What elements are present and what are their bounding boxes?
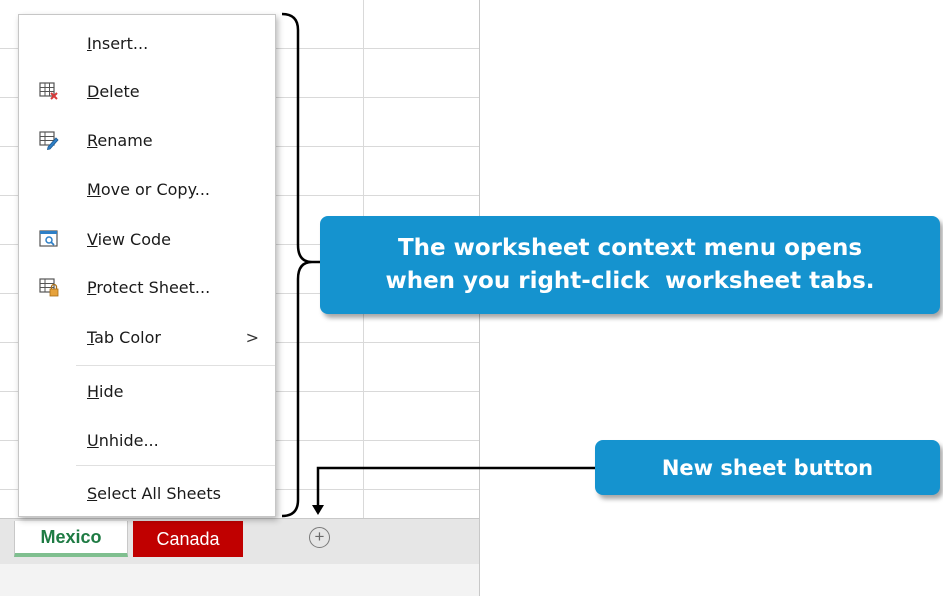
arrow-head-icon (312, 505, 324, 515)
callout-text: New sheet button (661, 455, 874, 480)
curly-brace (281, 12, 313, 518)
callout-context-menu: The worksheet context menu opens when yo… (320, 216, 940, 314)
new-sheet-arrow (316, 466, 598, 508)
callout-new-sheet: New sheet button (595, 440, 940, 495)
callout-line: The worksheet context menu opens (397, 235, 863, 261)
callout-line: when you right-click worksheet tabs. (385, 268, 875, 294)
